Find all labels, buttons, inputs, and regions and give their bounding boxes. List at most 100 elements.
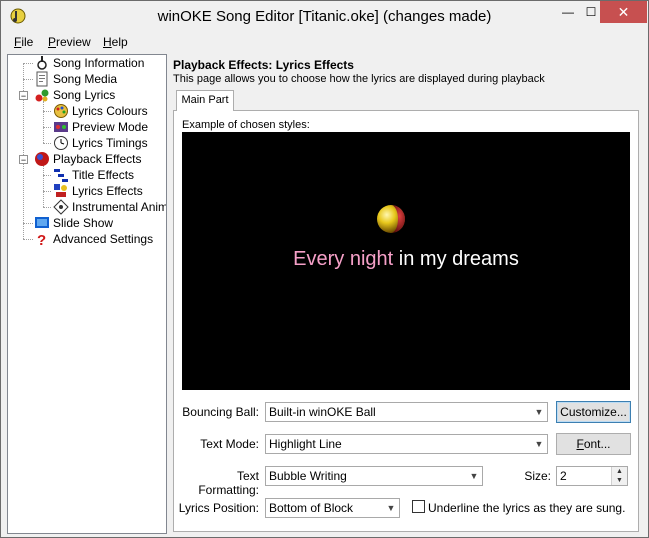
- text-mode-label: Text Mode:: [200, 437, 259, 451]
- lyrics-effects-icon: [53, 183, 69, 199]
- menu-file[interactable]: File: [14, 35, 33, 49]
- menu-help-accel: H: [103, 35, 112, 49]
- tree-item-lyrics-effects[interactable]: Lyrics Effects: [53, 183, 143, 199]
- bouncing-ball-icon: [377, 205, 405, 233]
- lyric-unsung-text: in my dreams: [393, 248, 519, 270]
- slide-show-icon: [34, 215, 50, 231]
- tree-item-label: Preview Mode: [72, 120, 149, 134]
- tree-item-song-lyrics[interactable]: Song Lyrics: [34, 87, 115, 103]
- tree-item-label: Title Effects: [72, 168, 135, 182]
- tree-item-label: Song Information: [53, 56, 145, 70]
- lyrics-position-select[interactable]: Bottom of Block ▼: [265, 498, 400, 518]
- tree-item-song-media[interactable]: Song Media: [34, 71, 117, 87]
- text-mode-select[interactable]: Highlight Line ▼: [265, 434, 548, 454]
- tree-item-label: Slide Show: [53, 216, 114, 230]
- tree-connector-line: [43, 111, 51, 112]
- preview-mode-icon: [53, 119, 69, 135]
- tree-connector-line: [23, 223, 33, 224]
- lyrics-position-label: Lyrics Position:: [178, 501, 259, 515]
- song-lyrics-icon: [34, 87, 50, 103]
- example-label: Example of chosen styles:: [182, 119, 310, 131]
- content-area: Playback Effects: Lyrics Effects This pa…: [171, 54, 643, 532]
- chevron-down-icon: ▼: [534, 439, 544, 449]
- tree-item-label: Lyrics Colours: [72, 104, 148, 118]
- svg-text:?: ?: [37, 232, 46, 247]
- menu-bar: File Preview Help: [1, 32, 648, 52]
- bouncing-ball-select[interactable]: Built-in winOKE Ball ▼: [265, 402, 548, 422]
- page-heading: Playback Effects: Lyrics Effects: [173, 58, 354, 72]
- spin-down-icon[interactable]: ▼: [611, 476, 627, 485]
- tree-connector-line: [43, 127, 51, 128]
- tree-item-advanced-settings[interactable]: ? Advanced Settings: [34, 231, 154, 249]
- chevron-down-icon: ▼: [469, 471, 479, 481]
- close-button[interactable]: ✕: [600, 1, 647, 23]
- size-label: Size:: [524, 469, 551, 483]
- tree-item-playback-effects[interactable]: Playback Effects: [34, 151, 142, 167]
- minimize-button[interactable]: —: [554, 1, 582, 23]
- tab-panel: Example of chosen styles: Every night in…: [173, 110, 639, 532]
- text-formatting-value: Bubble Writing: [269, 469, 347, 483]
- spin-up-icon[interactable]: ▲: [611, 467, 627, 476]
- text-formatting-label: Text Formatting:: [198, 469, 259, 497]
- lyric-sung-text: Every night: [293, 248, 394, 270]
- size-value: 2: [560, 469, 567, 483]
- title-effects-icon: [53, 167, 69, 183]
- menu-help[interactable]: Help: [103, 35, 128, 49]
- text-formatting-select[interactable]: Bubble Writing ▼: [265, 466, 483, 486]
- tree-item-label: Song Lyrics: [53, 88, 116, 102]
- tree-item-lyrics-colours[interactable]: Lyrics Colours: [53, 103, 148, 119]
- tree-item-song-information[interactable]: Song Information: [34, 55, 144, 71]
- maximize-button[interactable]: ☐: [582, 1, 600, 23]
- bouncing-ball-label: Bouncing Ball:: [182, 405, 259, 419]
- menu-preview[interactable]: Preview: [48, 35, 91, 49]
- tree-item-label: Lyrics Effects: [72, 184, 143, 198]
- menu-help-label: elp: [111, 35, 128, 49]
- tree-item-preview-mode[interactable]: Preview Mode: [53, 119, 148, 135]
- lyrics-timings-icon: [53, 135, 69, 151]
- menu-file-label: ile: [21, 35, 34, 49]
- underline-label[interactable]: Underline the lyrics as they are sung.: [428, 501, 625, 515]
- lyrics-colours-icon: [53, 103, 69, 119]
- tree-connector-line: [23, 63, 24, 239]
- tree-item-lyrics-timings[interactable]: Lyrics Timings: [53, 135, 148, 151]
- tree-connector-line: [43, 191, 51, 192]
- tree-item-title-effects[interactable]: Title Effects: [53, 167, 134, 183]
- chevron-down-icon: ▼: [534, 407, 544, 417]
- advanced-settings-icon: ?: [34, 231, 50, 249]
- title-bar[interactable]: winOKE Song Editor [Titanic.oke] (change…: [1, 1, 648, 33]
- tree-connector-line: [23, 79, 33, 80]
- tree-connector-line: [43, 143, 51, 144]
- tree-connector-line: [43, 207, 51, 208]
- song-media-icon: [34, 71, 50, 87]
- menu-preview-label: review: [56, 35, 91, 49]
- font-button[interactable]: Font...: [556, 433, 631, 455]
- instrumental-anim-icon: [53, 199, 69, 215]
- size-spinner[interactable]: 2 ▲ ▼: [556, 466, 628, 486]
- expander-playback-effects[interactable]: −: [19, 155, 28, 165]
- bouncing-ball-value: Built-in winOKE Ball: [269, 405, 376, 419]
- expander-song-lyrics[interactable]: −: [19, 91, 28, 101]
- tree-item-label: Song Media: [53, 72, 118, 86]
- preview-lyric-line: Every night in my dreams: [182, 248, 630, 271]
- playback-effects-icon: [34, 151, 50, 167]
- text-mode-value: Highlight Line: [269, 437, 342, 451]
- tree-item-instrumental-anim[interactable]: Instrumental Anim: [53, 199, 167, 215]
- tree-item-slide-show[interactable]: Slide Show: [34, 215, 113, 231]
- tree-item-label: Advanced Settings: [53, 232, 154, 246]
- tree-item-label: Playback Effects: [53, 152, 142, 166]
- navigation-tree[interactable]: − − Song Information Song Media Song Lyr…: [7, 54, 167, 534]
- tree-connector-line: [23, 239, 33, 240]
- tree-connector-line: [43, 165, 44, 207]
- song-information-icon: [34, 55, 50, 71]
- chevron-down-icon: ▼: [386, 503, 396, 513]
- page-description: This page allows you to choose how the l…: [173, 73, 545, 85]
- window-title: winOKE Song Editor [Titanic.oke] (change…: [157, 8, 492, 25]
- tab-main-part[interactable]: Main Part: [176, 90, 234, 111]
- underline-checkbox[interactable]: [412, 500, 425, 513]
- tree-connector-line: [23, 63, 33, 64]
- lyrics-preview: Every night in my dreams: [182, 132, 630, 390]
- customize-button[interactable]: Customize...: [556, 401, 631, 423]
- lyrics-position-value: Bottom of Block: [269, 501, 354, 515]
- font-button-label: ont...: [583, 437, 611, 451]
- tree-item-label: Instrumental Anim: [72, 200, 167, 214]
